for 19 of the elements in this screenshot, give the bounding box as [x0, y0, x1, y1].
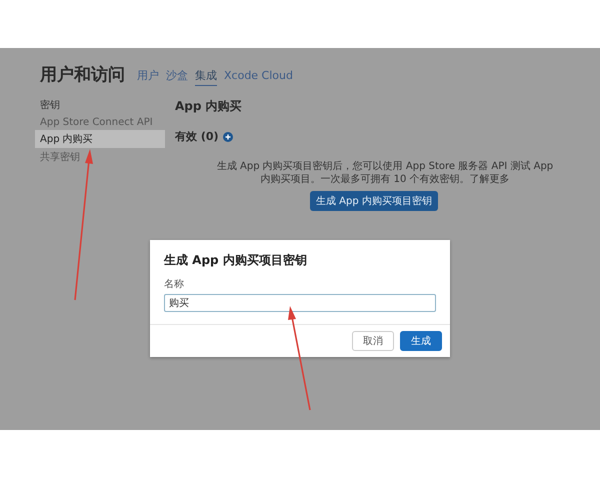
dialog-title: 生成 App 内购买项目密钥: [164, 252, 308, 269]
section-title: App 内购买: [175, 98, 243, 115]
generate-key-button[interactable]: 生成 App 内购买项目密钥: [310, 191, 438, 211]
tab[interactable]: Xcode Cloud: [224, 67, 293, 86]
page-title: 用户和访问: [40, 64, 125, 86]
sidebar-item[interactable]: 共享密钥: [35, 148, 165, 166]
tab[interactable]: 沙盒: [166, 67, 188, 86]
name-field[interactable]: 购买: [164, 294, 436, 312]
field-label: 名称: [164, 278, 185, 291]
cancel-button[interactable]: 取消: [352, 331, 394, 351]
add-icon[interactable]: [222, 132, 233, 142]
sidebar-item[interactable]: App 内购买: [35, 130, 165, 148]
generate-button[interactable]: 生成: [400, 331, 442, 351]
sidebar-heading: 密钥: [40, 98, 61, 112]
sidebar-item[interactable]: App Store Connect API: [35, 115, 165, 130]
tab[interactable]: 用户: [137, 67, 159, 86]
tab[interactable]: 集成: [195, 67, 217, 86]
description-text: 生成 App 内购买项目密钥后，您可以使用 App Store 服务器 API 测试 App 内购买项目。一次最多可拥有 10 个有效密钥。了解更多: [216, 160, 554, 186]
section-heading: 有效 (0): [175, 129, 219, 144]
